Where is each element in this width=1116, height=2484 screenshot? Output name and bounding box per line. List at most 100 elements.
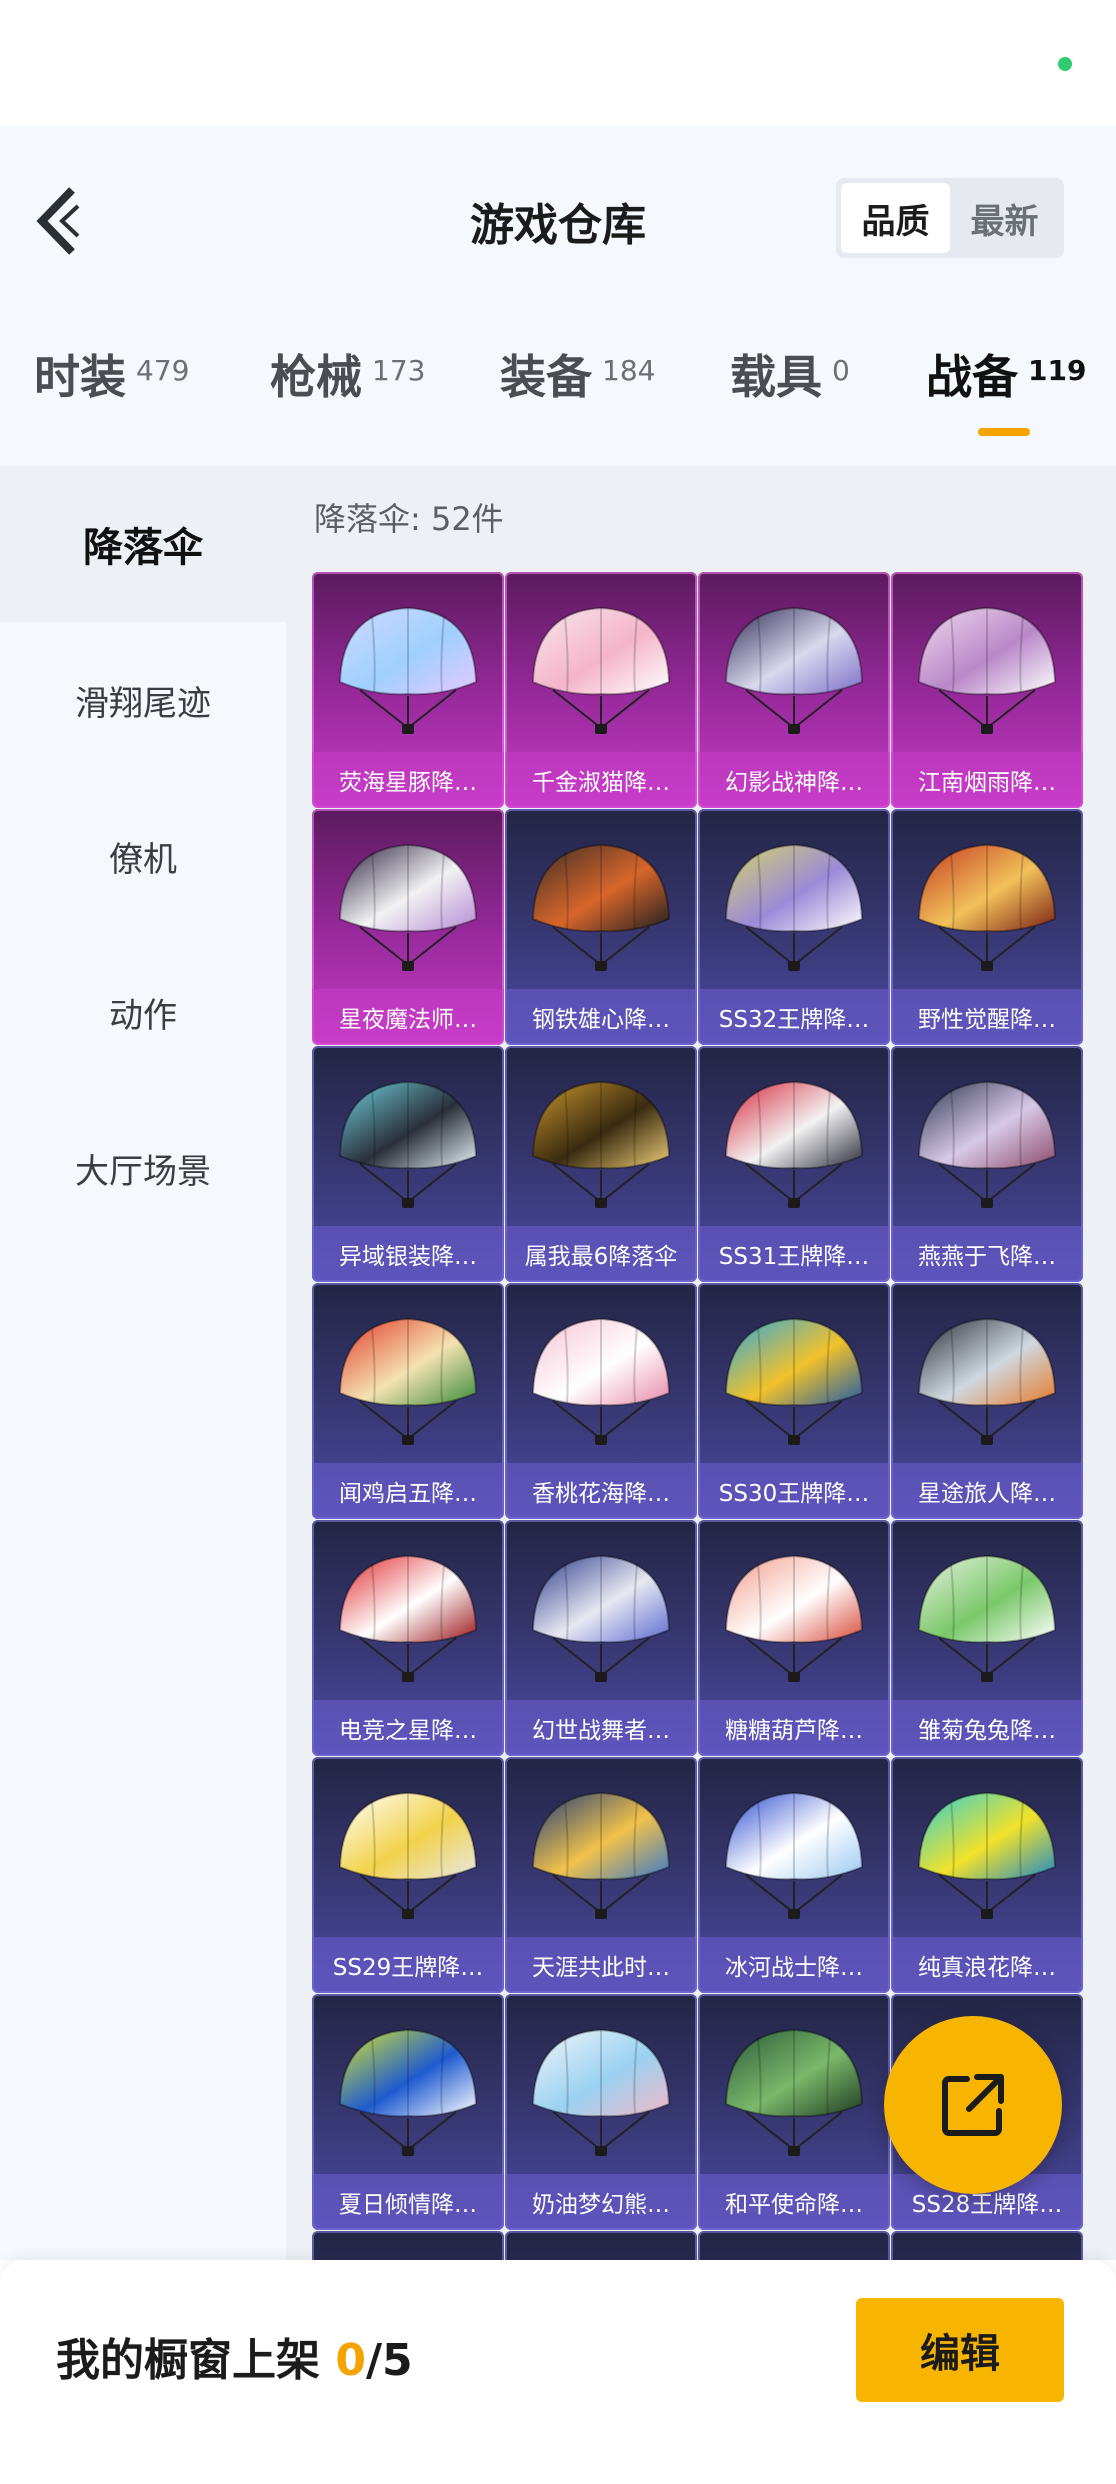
item-card[interactable] bbox=[505, 2231, 697, 2260]
parachute-icon bbox=[338, 2028, 478, 2156]
sort-toggle: 品质 最新 bbox=[836, 178, 1064, 258]
item-name: SS32王牌降… bbox=[698, 989, 890, 1045]
share-button[interactable] bbox=[884, 2016, 1062, 2194]
tab-label: 枪械 bbox=[270, 350, 362, 404]
parachute-icon bbox=[917, 843, 1057, 971]
parachute-icon bbox=[338, 1317, 478, 1445]
item-card[interactable]: 幻世战舞者… bbox=[505, 1520, 697, 1756]
item-name: 属我最6降落伞 bbox=[505, 1226, 697, 1282]
tab-fashion[interactable]: 时装 479 bbox=[34, 346, 189, 446]
item-card[interactable]: 雏菊兔兔降… bbox=[891, 1520, 1083, 1756]
tab-equipment[interactable]: 装备 184 bbox=[500, 346, 655, 446]
item-card[interactable]: 野性觉醒降… bbox=[891, 809, 1083, 1045]
tab-label: 战备 bbox=[926, 350, 1018, 404]
parachute-icon bbox=[531, 1554, 671, 1682]
sidebar-item-wingman[interactable]: 僚机 bbox=[0, 778, 286, 934]
sidebar-item-lobby-scene[interactable]: 大厅场景 bbox=[0, 1090, 286, 1246]
item-name: 雏菊兔兔降… bbox=[891, 1700, 1083, 1756]
item-card[interactable] bbox=[698, 2231, 890, 2260]
item-card[interactable]: 江南烟雨降… bbox=[891, 572, 1083, 808]
item-card[interactable]: 星夜魔法师… bbox=[312, 809, 504, 1045]
tab-count: 184 bbox=[602, 354, 656, 387]
item-card[interactable]: SS32王牌降… bbox=[698, 809, 890, 1045]
item-card[interactable]: SS30王牌降… bbox=[698, 1283, 890, 1519]
parachute-icon bbox=[531, 843, 671, 971]
back-button[interactable] bbox=[30, 176, 90, 266]
item-card[interactable] bbox=[312, 2231, 504, 2260]
item-name: 冰河战士降… bbox=[698, 1937, 890, 1993]
parachute-icon bbox=[338, 606, 478, 734]
tab-count: 173 bbox=[372, 354, 426, 387]
parachute-icon bbox=[724, 606, 864, 734]
item-card[interactable]: 香桃花海降… bbox=[505, 1283, 697, 1519]
item-name: 江南烟雨降… bbox=[891, 752, 1083, 808]
item-name: 异域银装降… bbox=[312, 1226, 504, 1282]
parachute-icon bbox=[724, 1791, 864, 1919]
item-card[interactable]: 电竞之星降… bbox=[312, 1520, 504, 1756]
item-card[interactable]: 天涯共此时… bbox=[505, 1757, 697, 1993]
showcase-label: 我的橱窗上架 bbox=[56, 2335, 336, 2386]
item-card[interactable]: 和平使命降… bbox=[698, 1994, 890, 2230]
parachute-icon bbox=[724, 1080, 864, 1208]
item-card[interactable]: 糖糖葫芦降… bbox=[698, 1520, 890, 1756]
parachute-icon bbox=[724, 1317, 864, 1445]
item-card[interactable]: 奶油梦幻熊… bbox=[505, 1994, 697, 2230]
item-card[interactable]: 夏日倾情降… bbox=[312, 1994, 504, 2230]
parachute-icon bbox=[531, 1080, 671, 1208]
parachute-icon bbox=[724, 1554, 864, 1682]
item-card[interactable]: 闻鸡启五降… bbox=[312, 1283, 504, 1519]
sort-quality-button[interactable]: 品质 bbox=[841, 183, 950, 253]
parachute-icon bbox=[531, 606, 671, 734]
parachute-icon bbox=[917, 1554, 1057, 1682]
item-card[interactable]: 星途旅人降… bbox=[891, 1283, 1083, 1519]
tab-count: 479 bbox=[136, 354, 190, 387]
sidebar-item-parachute[interactable]: 降落伞 bbox=[0, 466, 286, 622]
sidebar-item-glide-trail[interactable]: 滑翔尾迹 bbox=[0, 622, 286, 778]
item-name: 燕燕于飞降… bbox=[891, 1226, 1083, 1282]
item-card[interactable]: 纯真浪花降… bbox=[891, 1757, 1083, 1993]
status-indicator-dot bbox=[1058, 57, 1072, 71]
item-name: 钢铁雄心降… bbox=[505, 989, 697, 1045]
sidebar-item-emote[interactable]: 动作 bbox=[0, 934, 286, 1090]
item-name: SS29王牌降… bbox=[312, 1937, 504, 1993]
parachute-icon bbox=[338, 843, 478, 971]
item-card[interactable]: 燕燕于飞降… bbox=[891, 1046, 1083, 1282]
parachute-icon bbox=[917, 606, 1057, 734]
showcase-total: /5 bbox=[365, 2335, 413, 2386]
tab-count: 0 bbox=[832, 354, 850, 387]
tab-label: 装备 bbox=[500, 350, 592, 404]
item-name: 闻鸡启五降… bbox=[312, 1463, 504, 1519]
parachute-icon bbox=[338, 1791, 478, 1919]
item-name: 天涯共此时… bbox=[505, 1937, 697, 1993]
item-name: 电竞之星降… bbox=[312, 1700, 504, 1756]
category-tabs: 时装 479 枪械 173 装备 184 载具 0 战备 119 bbox=[0, 346, 1116, 446]
share-icon bbox=[942, 2074, 1004, 2136]
item-count-label: 降落伞: 52件 bbox=[314, 500, 504, 538]
parachute-icon bbox=[917, 1317, 1057, 1445]
edit-button[interactable]: 编辑 bbox=[856, 2298, 1064, 2402]
item-card[interactable]: 幻影战神降… bbox=[698, 572, 890, 808]
item-card[interactable]: 属我最6降落伞 bbox=[505, 1046, 697, 1282]
item-card[interactable]: 荧海星豚降… bbox=[312, 572, 504, 808]
showcase-bar: 我的橱窗上架 0/5 编辑 bbox=[0, 2260, 1116, 2484]
item-name: 千金淑猫降… bbox=[505, 752, 697, 808]
chevron-left-icon bbox=[36, 187, 80, 255]
item-name: 星途旅人降… bbox=[891, 1463, 1083, 1519]
item-card[interactable]: 钢铁雄心降… bbox=[505, 809, 697, 1045]
item-name: 夏日倾情降… bbox=[312, 2174, 504, 2230]
item-card[interactable]: SS29王牌降… bbox=[312, 1757, 504, 1993]
tab-weapons[interactable]: 枪械 173 bbox=[270, 346, 425, 446]
showcase-count: 0 bbox=[335, 2335, 366, 2386]
item-name: SS30王牌降… bbox=[698, 1463, 890, 1519]
active-tab-indicator bbox=[978, 428, 1030, 436]
item-card[interactable]: SS31王牌降… bbox=[698, 1046, 890, 1282]
tab-vehicles[interactable]: 载具 0 bbox=[730, 346, 850, 446]
item-name: 和平使命降… bbox=[698, 2174, 890, 2230]
sort-newest-button[interactable]: 最新 bbox=[950, 183, 1059, 253]
tab-count: 119 bbox=[1028, 354, 1087, 387]
item-card[interactable] bbox=[891, 2231, 1083, 2260]
item-name: 香桃花海降… bbox=[505, 1463, 697, 1519]
item-card[interactable]: 异域银装降… bbox=[312, 1046, 504, 1282]
item-card[interactable]: 冰河战士降… bbox=[698, 1757, 890, 1993]
item-card[interactable]: 千金淑猫降… bbox=[505, 572, 697, 808]
